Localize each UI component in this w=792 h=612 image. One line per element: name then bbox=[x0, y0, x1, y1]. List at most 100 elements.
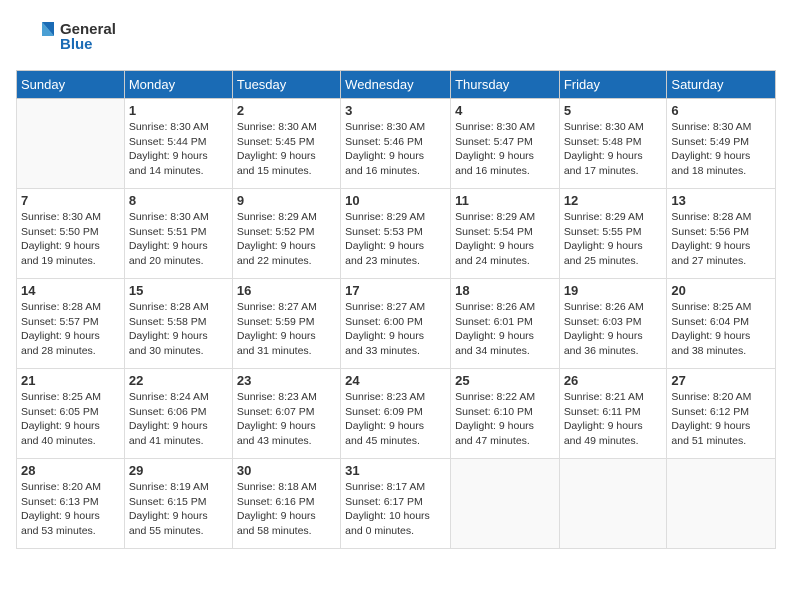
calendar-cell: 8 Sunrise: 8:30 AM Sunset: 5:51 PM Daylig… bbox=[124, 189, 232, 279]
header-thursday: Thursday bbox=[451, 71, 560, 99]
calendar-cell: 23 Sunrise: 8:23 AM Sunset: 6:07 PM Dayli… bbox=[232, 369, 340, 459]
day-number: 28 bbox=[21, 463, 120, 478]
day-number: 3 bbox=[345, 103, 446, 118]
calendar-cell: 26 Sunrise: 8:21 AM Sunset: 6:11 PM Dayli… bbox=[559, 369, 667, 459]
day-info: Sunrise: 8:29 AM Sunset: 5:53 PM Dayligh… bbox=[345, 210, 446, 269]
calendar-cell: 13 Sunrise: 8:28 AM Sunset: 5:56 PM Dayli… bbox=[667, 189, 776, 279]
logo-general: General bbox=[60, 22, 116, 37]
day-info: Sunrise: 8:23 AM Sunset: 6:09 PM Dayligh… bbox=[345, 390, 446, 449]
day-number: 27 bbox=[671, 373, 771, 388]
calendar-table: SundayMondayTuesdayWednesdayThursdayFrid… bbox=[16, 70, 776, 549]
calendar-cell: 4 Sunrise: 8:30 AM Sunset: 5:47 PM Daylig… bbox=[451, 99, 560, 189]
calendar-week-row: 14 Sunrise: 8:28 AM Sunset: 5:57 PM Dayli… bbox=[17, 279, 776, 369]
day-info: Sunrise: 8:30 AM Sunset: 5:44 PM Dayligh… bbox=[129, 120, 228, 179]
day-info: Sunrise: 8:28 AM Sunset: 5:58 PM Dayligh… bbox=[129, 300, 228, 359]
day-number: 20 bbox=[671, 283, 771, 298]
day-info: Sunrise: 8:23 AM Sunset: 6:07 PM Dayligh… bbox=[237, 390, 336, 449]
day-number: 14 bbox=[21, 283, 120, 298]
day-number: 4 bbox=[455, 103, 555, 118]
day-info: Sunrise: 8:30 AM Sunset: 5:49 PM Dayligh… bbox=[671, 120, 771, 179]
calendar-cell: 5 Sunrise: 8:30 AM Sunset: 5:48 PM Daylig… bbox=[559, 99, 667, 189]
calendar-cell: 30 Sunrise: 8:18 AM Sunset: 6:16 PM Dayli… bbox=[232, 459, 340, 549]
day-info: Sunrise: 8:30 AM Sunset: 5:45 PM Dayligh… bbox=[237, 120, 336, 179]
header-sunday: Sunday bbox=[17, 71, 125, 99]
day-number: 24 bbox=[345, 373, 446, 388]
header-friday: Friday bbox=[559, 71, 667, 99]
calendar-cell: 12Sunrise: 8:29 AM Sunset: 5:55 PM Dayli… bbox=[559, 189, 667, 279]
calendar-cell: 3 Sunrise: 8:30 AM Sunset: 5:46 PM Daylig… bbox=[341, 99, 451, 189]
logo: General Blue bbox=[16, 16, 116, 58]
header-tuesday: Tuesday bbox=[232, 71, 340, 99]
calendar-cell: 11 Sunrise: 8:29 AM Sunset: 5:54 PM Dayli… bbox=[451, 189, 560, 279]
day-number: 16 bbox=[237, 283, 336, 298]
day-number: 1 bbox=[129, 103, 228, 118]
header-wednesday: Wednesday bbox=[341, 71, 451, 99]
logo-blue: Blue bbox=[60, 37, 116, 52]
day-number: 23 bbox=[237, 373, 336, 388]
day-number: 17 bbox=[345, 283, 446, 298]
calendar-cell: 18 Sunrise: 8:26 AM Sunset: 6:01 PM Dayli… bbox=[451, 279, 560, 369]
calendar-cell: 27 Sunrise: 8:20 AM Sunset: 6:12 PM Dayli… bbox=[667, 369, 776, 459]
calendar-cell bbox=[17, 99, 125, 189]
calendar-cell: 15 Sunrise: 8:28 AM Sunset: 5:58 PM Dayli… bbox=[124, 279, 232, 369]
day-number: 30 bbox=[237, 463, 336, 478]
day-info: Sunrise: 8:26 AM Sunset: 6:01 PM Dayligh… bbox=[455, 300, 555, 359]
day-info: Sunrise: 8:21 AM Sunset: 6:11 PM Dayligh… bbox=[564, 390, 663, 449]
header-saturday: Saturday bbox=[667, 71, 776, 99]
day-info: Sunrise: 8:30 AM Sunset: 5:47 PM Dayligh… bbox=[455, 120, 555, 179]
calendar-cell: 22 Sunrise: 8:24 AM Sunset: 6:06 PM Dayli… bbox=[124, 369, 232, 459]
calendar-week-row: 7 Sunrise: 8:30 AM Sunset: 5:50 PM Daylig… bbox=[17, 189, 776, 279]
calendar-cell: 29Sunrise: 8:19 AM Sunset: 6:15 PM Dayli… bbox=[124, 459, 232, 549]
calendar-cell: 24 Sunrise: 8:23 AM Sunset: 6:09 PM Dayli… bbox=[341, 369, 451, 459]
day-info: Sunrise: 8:27 AM Sunset: 5:59 PM Dayligh… bbox=[237, 300, 336, 359]
day-info: Sunrise: 8:28 AM Sunset: 5:57 PM Dayligh… bbox=[21, 300, 120, 359]
day-number: 13 bbox=[671, 193, 771, 208]
calendar-week-row: 1 Sunrise: 8:30 AM Sunset: 5:44 PM Daylig… bbox=[17, 99, 776, 189]
calendar-header-row: SundayMondayTuesdayWednesdayThursdayFrid… bbox=[17, 71, 776, 99]
day-number: 25 bbox=[455, 373, 555, 388]
day-number: 31 bbox=[345, 463, 446, 478]
calendar-cell: 7 Sunrise: 8:30 AM Sunset: 5:50 PM Daylig… bbox=[17, 189, 125, 279]
day-info: Sunrise: 8:29 AM Sunset: 5:52 PM Dayligh… bbox=[237, 210, 336, 269]
day-number: 21 bbox=[21, 373, 120, 388]
day-number: 29 bbox=[129, 463, 228, 478]
day-info: Sunrise: 8:28 AM Sunset: 5:56 PM Dayligh… bbox=[671, 210, 771, 269]
day-info: Sunrise: 8:30 AM Sunset: 5:51 PM Dayligh… bbox=[129, 210, 228, 269]
calendar-cell bbox=[667, 459, 776, 549]
day-info: Sunrise: 8:26 AM Sunset: 6:03 PM Dayligh… bbox=[564, 300, 663, 359]
day-number: 22 bbox=[129, 373, 228, 388]
day-number: 11 bbox=[455, 193, 555, 208]
calendar-cell bbox=[451, 459, 560, 549]
day-info: Sunrise: 8:25 AM Sunset: 6:05 PM Dayligh… bbox=[21, 390, 120, 449]
calendar-cell: 25 Sunrise: 8:22 AM Sunset: 6:10 PM Dayli… bbox=[451, 369, 560, 459]
day-number: 8 bbox=[129, 193, 228, 208]
day-number: 6 bbox=[671, 103, 771, 118]
calendar-cell: 19 Sunrise: 8:26 AM Sunset: 6:03 PM Dayli… bbox=[559, 279, 667, 369]
calendar-cell: 21 Sunrise: 8:25 AM Sunset: 6:05 PM Dayli… bbox=[17, 369, 125, 459]
day-info: Sunrise: 8:18 AM Sunset: 6:16 PM Dayligh… bbox=[237, 480, 336, 539]
day-number: 5 bbox=[564, 103, 663, 118]
day-info: Sunrise: 8:29 AM Sunset: 5:54 PM Dayligh… bbox=[455, 210, 555, 269]
day-info: Sunrise: 8:20 AM Sunset: 6:12 PM Dayligh… bbox=[671, 390, 771, 449]
calendar-cell: 9Sunrise: 8:29 AM Sunset: 5:52 PM Daylig… bbox=[232, 189, 340, 279]
calendar-week-row: 21 Sunrise: 8:25 AM Sunset: 6:05 PM Dayli… bbox=[17, 369, 776, 459]
page-header: General Blue bbox=[16, 16, 776, 58]
day-info: Sunrise: 8:24 AM Sunset: 6:06 PM Dayligh… bbox=[129, 390, 228, 449]
day-number: 15 bbox=[129, 283, 228, 298]
day-info: Sunrise: 8:30 AM Sunset: 5:50 PM Dayligh… bbox=[21, 210, 120, 269]
day-number: 19 bbox=[564, 283, 663, 298]
day-info: Sunrise: 8:22 AM Sunset: 6:10 PM Dayligh… bbox=[455, 390, 555, 449]
day-number: 26 bbox=[564, 373, 663, 388]
day-info: Sunrise: 8:30 AM Sunset: 5:48 PM Dayligh… bbox=[564, 120, 663, 179]
calendar-cell: 10Sunrise: 8:29 AM Sunset: 5:53 PM Dayli… bbox=[341, 189, 451, 279]
day-info: Sunrise: 8:25 AM Sunset: 6:04 PM Dayligh… bbox=[671, 300, 771, 359]
day-number: 7 bbox=[21, 193, 120, 208]
calendar-cell bbox=[559, 459, 667, 549]
calendar-cell: 16 Sunrise: 8:27 AM Sunset: 5:59 PM Dayli… bbox=[232, 279, 340, 369]
calendar-week-row: 28Sunrise: 8:20 AM Sunset: 6:13 PM Dayli… bbox=[17, 459, 776, 549]
calendar-cell: 31Sunrise: 8:17 AM Sunset: 6:17 PM Dayli… bbox=[341, 459, 451, 549]
day-info: Sunrise: 8:30 AM Sunset: 5:46 PM Dayligh… bbox=[345, 120, 446, 179]
day-info: Sunrise: 8:29 AM Sunset: 5:55 PM Dayligh… bbox=[564, 210, 663, 269]
day-number: 18 bbox=[455, 283, 555, 298]
day-info: Sunrise: 8:27 AM Sunset: 6:00 PM Dayligh… bbox=[345, 300, 446, 359]
